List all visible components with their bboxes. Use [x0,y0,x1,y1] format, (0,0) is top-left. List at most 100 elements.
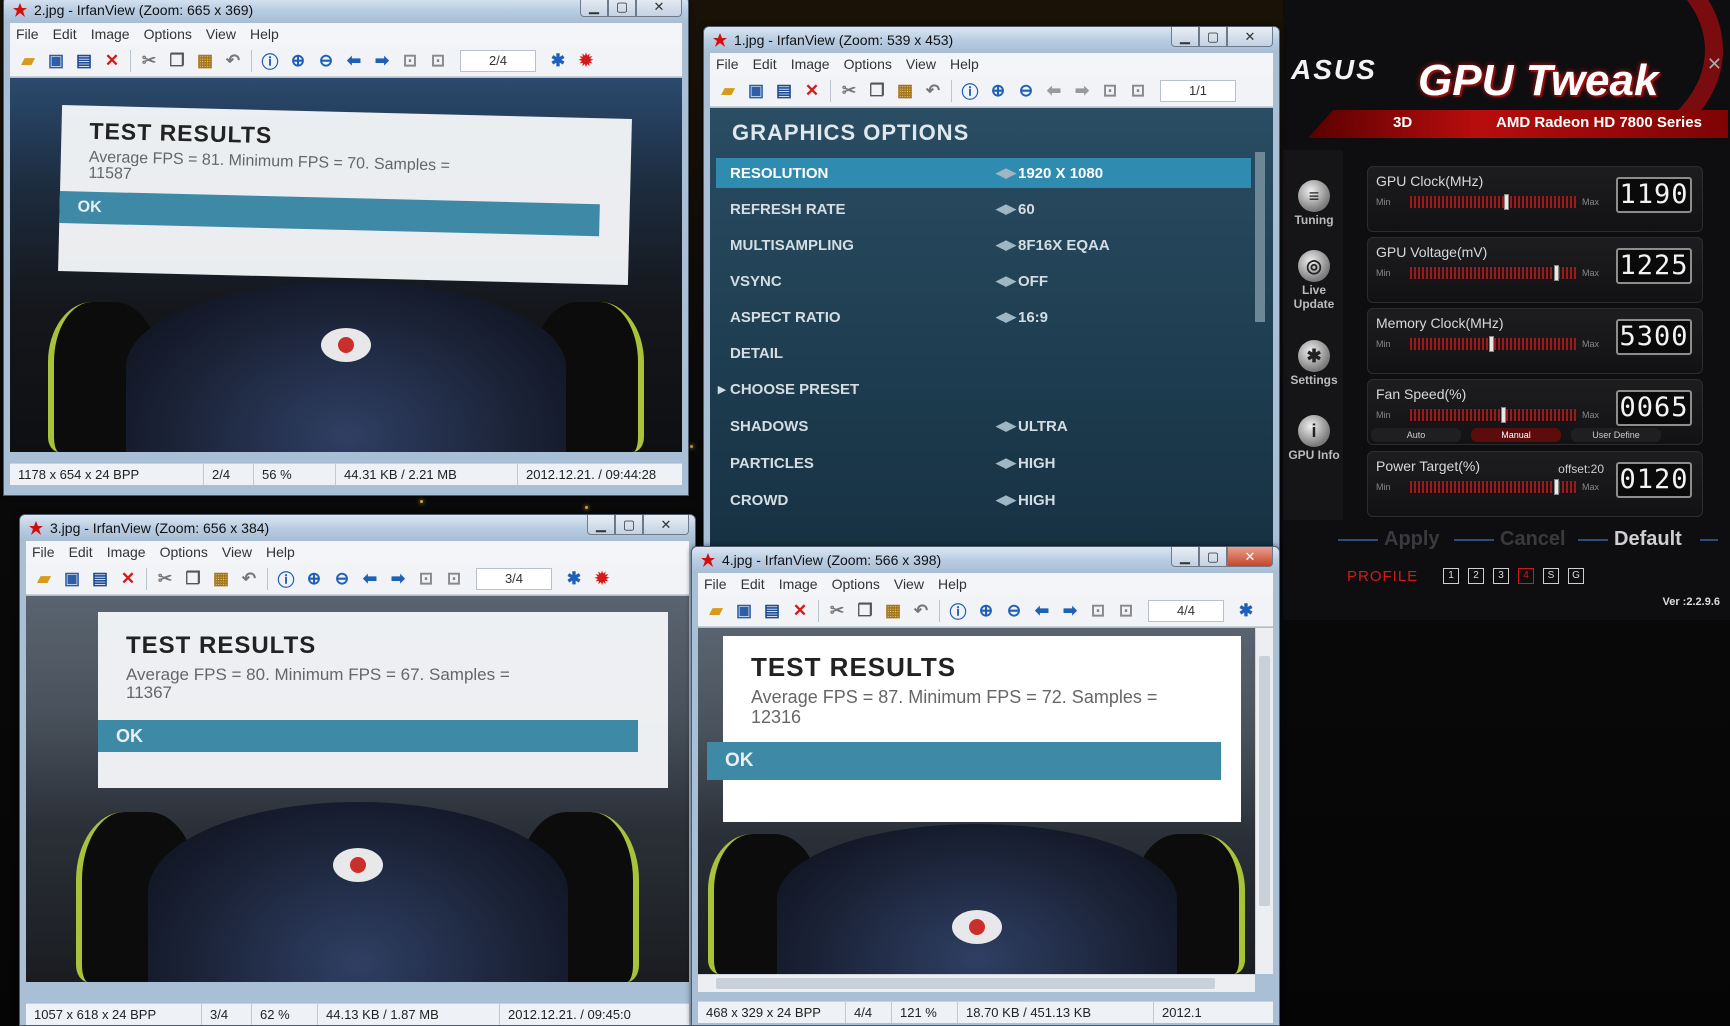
horizontal-scrollbar[interactable] [698,974,1255,992]
open-folder-icon[interactable]: ▰ [32,567,56,591]
profile-3-button[interactable]: 3 [1493,568,1509,584]
apply-button[interactable]: Apply [1384,528,1440,551]
undo-icon[interactable]: ↶ [237,567,261,591]
option-row-vsync[interactable]: VSYNC ◀▶ OFF [716,266,1251,296]
fan-mode-user-define-button[interactable]: User Define [1571,428,1661,442]
menu-edit[interactable]: Edit [741,576,765,592]
ok-button[interactable]: OK [59,191,600,237]
properties-icon[interactable]: ✱ [546,49,570,73]
menu-view[interactable]: View [206,26,236,42]
open-folder-icon[interactable]: ▰ [16,49,40,73]
zoom-in-icon[interactable]: ⊕ [286,49,310,73]
close-button[interactable]: ✕ [1227,27,1273,47]
option-row-particles[interactable]: PARTICLES ◀▶ HIGH [716,448,1251,478]
sidebar-item-gpu-info[interactable]: i GPU Info [1285,415,1343,463]
menu-help[interactable]: Help [250,26,279,42]
menu-options[interactable]: Options [844,56,892,72]
slideshow-icon[interactable]: ▣ [732,599,756,623]
gpu-clock-slider[interactable] [1410,196,1576,208]
info-icon[interactable]: ⓘ [274,567,298,591]
save-icon[interactable]: ▤ [88,567,112,591]
menu-options[interactable]: Options [832,576,880,592]
previous-icon[interactable]: ⬅ [1030,599,1054,623]
zoom-in-icon[interactable]: ⊕ [974,599,998,623]
option-row-detail[interactable]: DETAIL [716,338,1251,368]
next-icon[interactable]: ➡ [1058,599,1082,623]
close-icon[interactable]: ✕ [1707,54,1722,75]
properties-icon[interactable]: ✱ [562,567,586,591]
slider-knob[interactable] [1489,336,1495,352]
vertical-scrollbar[interactable] [1255,628,1273,974]
last-page-icon[interactable]: ⊡ [426,49,450,73]
paste-icon[interactable]: ▦ [193,49,217,73]
profile-1-button[interactable]: 1 [1443,568,1459,584]
delete-icon[interactable]: ✕ [800,79,824,103]
slider-knob[interactable] [1554,265,1560,281]
menu-view[interactable]: View [222,544,252,560]
first-page-icon[interactable]: ⊡ [398,49,422,73]
option-row-refresh-rate[interactable]: REFRESH RATE ◀▶ 60 [716,194,1251,224]
cut-icon[interactable]: ✂ [837,79,861,103]
sidebar-item-settings[interactable]: ✱ Settings [1285,340,1343,388]
option-row-aspect-ratio[interactable]: ASPECT RATIO ◀▶ 16:9 [716,302,1251,332]
menu-view[interactable]: View [906,56,936,72]
title-bar[interactable]: 2.jpg - IrfanView (Zoom: 665 x 369) ▁ ▢ … [4,0,688,23]
first-page-icon[interactable]: ⊡ [1098,79,1122,103]
slider-knob[interactable] [1504,194,1510,210]
cut-icon[interactable]: ✂ [137,49,161,73]
slider-knob[interactable] [1554,479,1560,495]
page-index-field[interactable]: 3/4 [476,567,552,590]
menu-image[interactable]: Image [91,26,130,42]
cut-icon[interactable]: ✂ [153,567,177,591]
delete-icon[interactable]: ✕ [788,599,812,623]
gpu-voltage-slider[interactable] [1410,267,1576,279]
page-index-field[interactable]: 2/4 [460,49,536,72]
minimize-button[interactable]: ▁ [587,515,615,535]
slider-knob[interactable] [1500,407,1506,423]
last-page-icon[interactable]: ⊡ [442,567,466,591]
menu-help[interactable]: Help [950,56,979,72]
previous-icon[interactable]: ⬅ [1042,79,1066,103]
exit-icon[interactable]: ✹ [590,567,614,591]
menu-edit[interactable]: Edit [53,26,77,42]
first-page-icon[interactable]: ⊡ [414,567,438,591]
fan-mode-auto-button[interactable]: Auto [1371,428,1461,442]
title-bar[interactable]: 4.jpg - IrfanView (Zoom: 566 x 398) ▁ ▢ … [692,547,1279,573]
scroll-thumb[interactable] [1259,656,1270,906]
menu-options[interactable]: Options [144,26,192,42]
default-button[interactable]: Default [1614,528,1682,551]
slideshow-icon[interactable]: ▣ [44,49,68,73]
paste-icon[interactable]: ▦ [893,79,917,103]
copy-icon[interactable]: ❐ [181,567,205,591]
slideshow-icon[interactable]: ▣ [60,567,84,591]
minimize-button[interactable]: ▁ [1171,27,1199,47]
profile-2-button[interactable]: 2 [1468,568,1484,584]
option-row-resolution[interactable]: RESOLUTION ◀▶ 1920 X 1080 [716,158,1251,188]
info-icon[interactable]: ⓘ [258,49,282,73]
menu-help[interactable]: Help [266,544,295,560]
zoom-out-icon[interactable]: ⊖ [314,49,338,73]
page-index-field[interactable]: 4/4 [1148,599,1224,622]
undo-icon[interactable]: ↶ [221,49,245,73]
menu-edit[interactable]: Edit [753,56,777,72]
ok-button[interactable]: OK [98,720,638,752]
fan-speed-slider[interactable] [1410,409,1576,421]
option-row-multisampling[interactable]: MULTISAMPLING ◀▶ 8F16X EQAA [716,230,1251,260]
open-folder-icon[interactable]: ▰ [716,79,740,103]
ok-button[interactable]: OK [707,742,1221,780]
next-icon[interactable]: ➡ [386,567,410,591]
close-button[interactable]: ✕ [636,0,682,17]
menu-image[interactable]: Image [107,544,146,560]
menu-help[interactable]: Help [938,576,967,592]
maximize-button[interactable]: ▢ [1199,27,1227,47]
power-target-slider[interactable] [1410,481,1576,493]
scrollbar[interactable] [1255,152,1265,322]
fan-mode-manual-button[interactable]: Manual [1471,428,1561,442]
open-folder-icon[interactable]: ▰ [704,599,728,623]
mode-label[interactable]: 3D [1393,114,1412,131]
info-icon[interactable]: ⓘ [946,599,970,623]
scroll-thumb[interactable] [716,978,1215,989]
info-icon[interactable]: ⓘ [958,79,982,103]
minimize-button[interactable]: ▁ [580,0,608,17]
sidebar-item-live-update[interactable]: ◎ Live Update [1285,250,1343,312]
